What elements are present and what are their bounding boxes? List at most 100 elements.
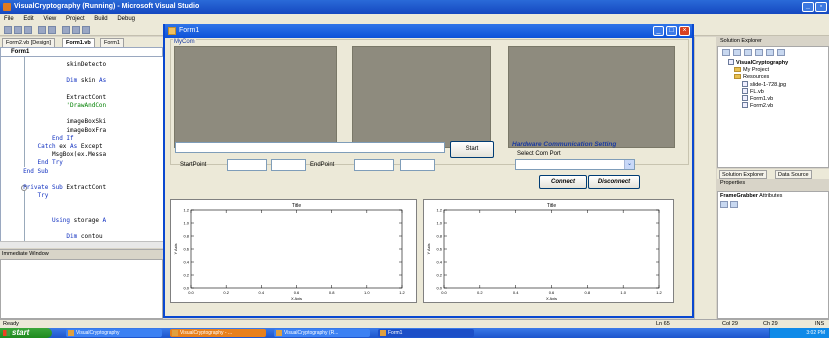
menu-project[interactable]: Project [62,14,89,24]
form1-title-bar[interactable]: Form1 _ □ × [165,24,692,38]
x-tick-label: 0.2 [223,290,229,295]
disconnect-button[interactable]: Disconnect [588,175,640,189]
code-class-selector[interactable]: Form1 [0,47,163,57]
form1-window: Form1 _ □ × MyCom Start StartPoint EndPo… [163,24,694,318]
menu-build[interactable]: Build [90,14,111,24]
document-tabs: Form2.vb [Design] Form1.vb Form1 [0,37,163,47]
taskbar-button-form1[interactable]: Form1 [378,329,474,337]
solution-toolbar-icon[interactable] [766,49,774,56]
solution-toolbar-icon[interactable] [744,49,752,56]
y-tick-label: 1.2 [183,208,189,213]
categorized-icon[interactable] [720,201,728,208]
clock[interactable]: 3:02 PM [806,330,825,336]
start-button[interactable]: Start [450,141,494,158]
solution-item[interactable]: slide-1-728.jpg [742,81,786,88]
cut-icon[interactable] [62,26,70,34]
taskbar-button-visual-studio[interactable]: VisualCryptography - ... [170,329,266,337]
code-token: Private Sub [23,184,63,191]
folder-icon [734,67,741,72]
solution-item[interactable]: Form2.vb [742,102,773,109]
solution-item[interactable]: VisualCryptography [728,59,788,66]
x-tick-label: 1.0 [364,290,370,295]
taskbar-button-visualcryptography-folder[interactable]: VisualCryptography [66,329,162,337]
tab-form1-vb[interactable]: Form1.vb [62,38,95,47]
x-tick-label: 0.4 [259,290,265,295]
menu-debug[interactable]: Debug [113,14,139,24]
form-window-icon [168,27,176,35]
menu-file[interactable]: File [0,14,18,24]
add-item-icon[interactable] [14,26,22,34]
x-tick-label: 1.2 [656,290,662,295]
select-com-port-label: Select Com Port [517,151,561,157]
code-line: Dim skin As [5,77,106,84]
tab-solution-explorer[interactable]: Solution Explorer [719,170,767,179]
end-point-x-input[interactable] [354,159,394,171]
tab-data-source[interactable]: Data Source [775,170,812,179]
class-name: Form1 [11,49,30,55]
image-box-3 [508,46,675,148]
properties-panel[interactable]: FrameGrabber Attributes [717,191,829,319]
properties-object[interactable]: FrameGrabber Attributes [720,193,782,199]
new-project-icon[interactable] [4,26,12,34]
y-tick-label: 0.6 [183,247,189,252]
chart-panel-2: Title 0.0 0.2 0.4 0.6 0.8 1.0 1.2 0.0 0.2 0.4 0.6 0.… [423,199,674,303]
vs-title-bar: VisualCryptography (Running) - Microsoft… [0,0,829,14]
chevron-down-icon[interactable]: ⌄ [624,160,634,169]
code-editor[interactable]: skinDetecto Dim skin As ExtractCont 'Dra… [0,57,163,241]
end-point-y-input[interactable] [400,159,435,171]
form-close-button[interactable]: × [679,26,690,36]
form-minimize-button[interactable]: _ [653,26,664,36]
form-maximize-button[interactable]: □ [666,26,677,36]
code-line: Catch ex As Except [5,143,103,150]
y-tick-label: 1.0 [436,221,442,226]
status-textbox[interactable] [175,142,445,153]
y-tick-label: 0.4 [183,260,189,265]
solution-item[interactable]: FL.vb [742,88,764,95]
start-point-y-input[interactable] [271,159,306,171]
alphabetical-icon[interactable] [730,201,738,208]
solution-item-label: Resources [743,74,770,80]
code-horizontal-scrollbar[interactable] [0,241,163,248]
open-file-icon[interactable] [24,26,32,34]
vs-restore-button[interactable]: ▫ [815,2,827,12]
solution-explorer-tree[interactable]: VisualCryptography My Project Resources sli… [717,46,829,168]
solution-toolbar-icon[interactable] [777,49,785,56]
solution-toolbar-icon[interactable] [755,49,763,56]
x-tick-label: 1.0 [620,290,626,295]
tab-form1[interactable]: Form1 [100,38,124,47]
menu-view[interactable]: View [39,14,60,24]
start-point-x-input[interactable] [227,159,267,171]
vs-minimize-button[interactable]: _ [802,2,814,12]
visual-studio-icon [276,330,282,336]
save-icon[interactable] [38,26,46,34]
copy-icon[interactable] [72,26,80,34]
solution-toolbar-icon[interactable] [733,49,741,56]
file-icon [742,88,748,94]
connect-button[interactable]: Connect [539,175,587,189]
solution-item[interactable]: Resources [734,74,769,80]
windows-taskbar: start VisualCryptography VisualCryptogra… [0,328,829,338]
solution-item[interactable]: Form1.vb [742,95,773,102]
windows-flag-icon [3,330,10,336]
tab-form2-design[interactable]: Form2.vb [Design] [2,38,55,47]
save-all-icon[interactable] [48,26,56,34]
project-icon [728,59,734,65]
solution-toolbar-icon[interactable] [722,49,730,56]
code-line: Dim contou [5,233,102,240]
com-port-dropdown[interactable]: ⌄ [515,159,635,170]
immediate-window[interactable] [0,259,163,319]
code-token: End If [51,134,74,142]
x-tick-label: 0.0 [441,290,447,295]
taskbar-button-visual-studio-running[interactable]: VisualCryptography (R... [274,329,370,337]
status-column: Col 29 [722,321,738,327]
code-token: 'DrawAndCon [66,102,107,109]
code-token: MsgBox(ex.Messa [51,151,107,159]
menu-edit[interactable]: Edit [19,14,37,24]
system-tray: 3:02 PM [769,328,829,338]
code-token: As [98,77,107,85]
code-line: End Try [5,159,63,166]
code-token: ex [55,143,71,150]
paste-icon[interactable] [82,26,90,34]
solution-item[interactable]: My Project [734,67,769,73]
start-button[interactable]: start [0,328,52,338]
